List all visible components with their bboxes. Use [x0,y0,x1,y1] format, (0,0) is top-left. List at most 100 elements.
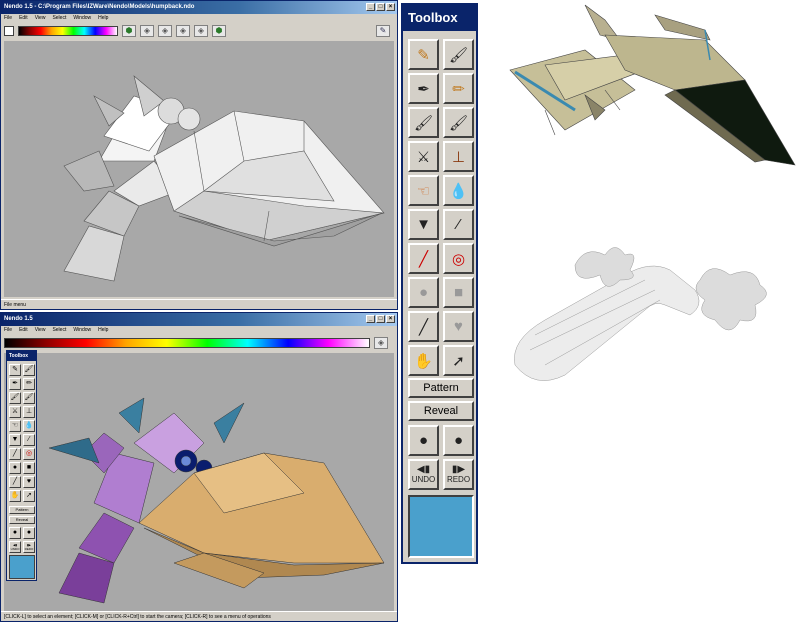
record-button[interactable]: ● [9,527,21,539]
stamp-icon[interactable]: ⊥ [443,141,474,172]
current-color-swatch[interactable] [4,26,14,36]
stamp-icon[interactable]: ⊥ [23,406,35,418]
dynamite-icon[interactable]: ╱ [408,243,439,274]
paint-brush-icon[interactable]: 🖌 [408,107,439,138]
cube-icon[interactable]: ◈ [140,25,154,37]
window-titlebar[interactable]: Nendo 1.5 - C:\Program Files\IZWare\Nend… [1,1,397,14]
status-bar: File menu [1,299,397,309]
airbrush-icon[interactable]: ✒ [408,73,439,104]
menu-edit[interactable]: Edit [19,326,28,335]
eyedropper-icon[interactable]: ⁄ [443,209,474,240]
menu-help[interactable]: Help [98,326,108,335]
menu-bar: File Edit View Select Window Help [1,326,397,335]
maximize-button[interactable]: □ [376,3,385,11]
circle-icon[interactable]: ● [408,277,439,308]
menu-window[interactable]: Window [73,326,91,335]
nendo-window-bottom: Nendo 1.5 _ □ × File Edit View Select Wi… [0,312,398,622]
knife-icon[interactable]: ⚔ [408,141,439,172]
nendo-window-top: Nendo 1.5 - C:\Program Files\IZWare\Nend… [0,0,398,310]
window-titlebar[interactable]: Nendo 1.5 _ □ × [1,313,397,326]
marker-icon[interactable]: ✏ [23,378,35,390]
circle-icon[interactable]: ● [9,462,21,474]
menu-view[interactable]: View [35,14,46,23]
redo-label: REDO [24,547,34,551]
menu-edit[interactable]: Edit [19,14,28,23]
water-drop-icon[interactable]: 💧 [23,420,35,432]
heart-icon[interactable]: ♥ [443,311,474,342]
menu-window[interactable]: Window [73,14,91,23]
grab-hand-icon[interactable]: ✋ [9,490,21,502]
airbrush-icon[interactable]: ✒ [9,378,21,390]
fine-brush-icon[interactable]: 🖌 [23,392,35,404]
undo-button[interactable]: ◀▮ UNDO [9,541,21,553]
reveal-button[interactable]: Reveal [408,401,474,421]
heart-icon[interactable]: ♥ [23,476,35,488]
minimize-button[interactable]: _ [366,3,375,11]
magic-wand-icon[interactable]: ✎ [376,25,390,37]
arrow-cursor-icon[interactable]: ➚ [23,490,35,502]
reveal-button[interactable]: Reveal [9,516,35,524]
menu-select[interactable]: Select [52,14,66,23]
square-icon[interactable]: ■ [443,277,474,308]
3d-viewport[interactable] [4,353,394,611]
grab-hand-icon[interactable]: ✋ [408,345,439,376]
marker-icon[interactable]: ✏ [443,73,474,104]
cube-icon[interactable]: ◈ [194,25,208,37]
window-title: Nendo 1.5 [4,316,33,322]
undo-button[interactable]: ◀▮ UNDO [408,459,439,490]
pattern-button[interactable]: Pattern [9,506,35,514]
square-icon[interactable]: ■ [23,462,35,474]
cube-icon[interactable]: ◈ [374,337,388,349]
close-button[interactable]: × [386,3,395,11]
redo-button[interactable]: ▮▶ REDO [23,541,35,553]
smudge-hand-icon[interactable]: ☜ [408,175,439,206]
small-toolbox-title: Toolbox [7,351,36,361]
paint-bucket-icon[interactable]: ▼ [9,434,21,446]
menu-select[interactable]: Select [52,326,66,335]
undo-label: UNDO [411,474,436,484]
menu-bar: File Edit View Select Window Help [1,14,397,23]
cube-icon[interactable]: ◈ [158,25,172,37]
record-alt-button[interactable]: ● [23,527,35,539]
pattern-button[interactable]: Pattern [408,378,474,398]
fine-brush-icon[interactable]: 🖌 [443,107,474,138]
color-palette[interactable] [4,338,370,348]
target-icon[interactable]: ◎ [23,448,35,460]
close-button[interactable]: × [386,315,395,323]
small-color-swatch[interactable] [9,555,35,579]
record-button[interactable]: ● [408,425,439,456]
menu-view[interactable]: View [35,326,46,335]
redo-label: REDO [446,474,471,484]
record-alt-button[interactable]: ● [443,425,474,456]
dynamite-icon[interactable]: ╱ [9,448,21,460]
menu-help[interactable]: Help [98,14,108,23]
color-palette[interactable] [18,26,118,36]
brush-icon[interactable]: 🖌 [23,364,35,376]
shield-icon[interactable]: ⬢ [212,25,226,37]
paint-brush-icon[interactable]: 🖌 [9,392,21,404]
toolbox-title[interactable]: Toolbox [403,5,476,31]
minimize-button[interactable]: _ [366,315,375,323]
water-drop-icon[interactable]: 💧 [443,175,474,206]
target-icon[interactable]: ◎ [443,243,474,274]
cube-icon[interactable]: ◈ [176,25,190,37]
pencil-icon[interactable]: ✎ [9,364,21,376]
line-icon[interactable]: ╱ [408,311,439,342]
current-color-swatch[interactable] [408,495,474,558]
brush-icon[interactable]: 🖌 [443,39,474,70]
menu-file[interactable]: File [4,326,12,335]
redo-button[interactable]: ▮▶ REDO [443,459,474,490]
undo-label: UNDO [10,547,20,551]
3d-viewport[interactable] [4,41,394,297]
eyedropper-icon[interactable]: ⁄ [23,434,35,446]
pencil-icon[interactable]: ✎ [408,39,439,70]
maximize-button[interactable]: □ [376,315,385,323]
paint-bucket-icon[interactable]: ▼ [408,209,439,240]
line-icon[interactable]: ╱ [9,476,21,488]
smudge-hand-icon[interactable]: ☜ [9,420,21,432]
menu-file[interactable]: File [4,14,12,23]
main-toolbar: ⬢ ◈ ◈ ◈ ◈ ⬢ ✎ [1,23,397,39]
knife-icon[interactable]: ⚔ [9,406,21,418]
shield-icon[interactable]: ⬢ [122,25,136,37]
arrow-cursor-icon[interactable]: ➚ [443,345,474,376]
